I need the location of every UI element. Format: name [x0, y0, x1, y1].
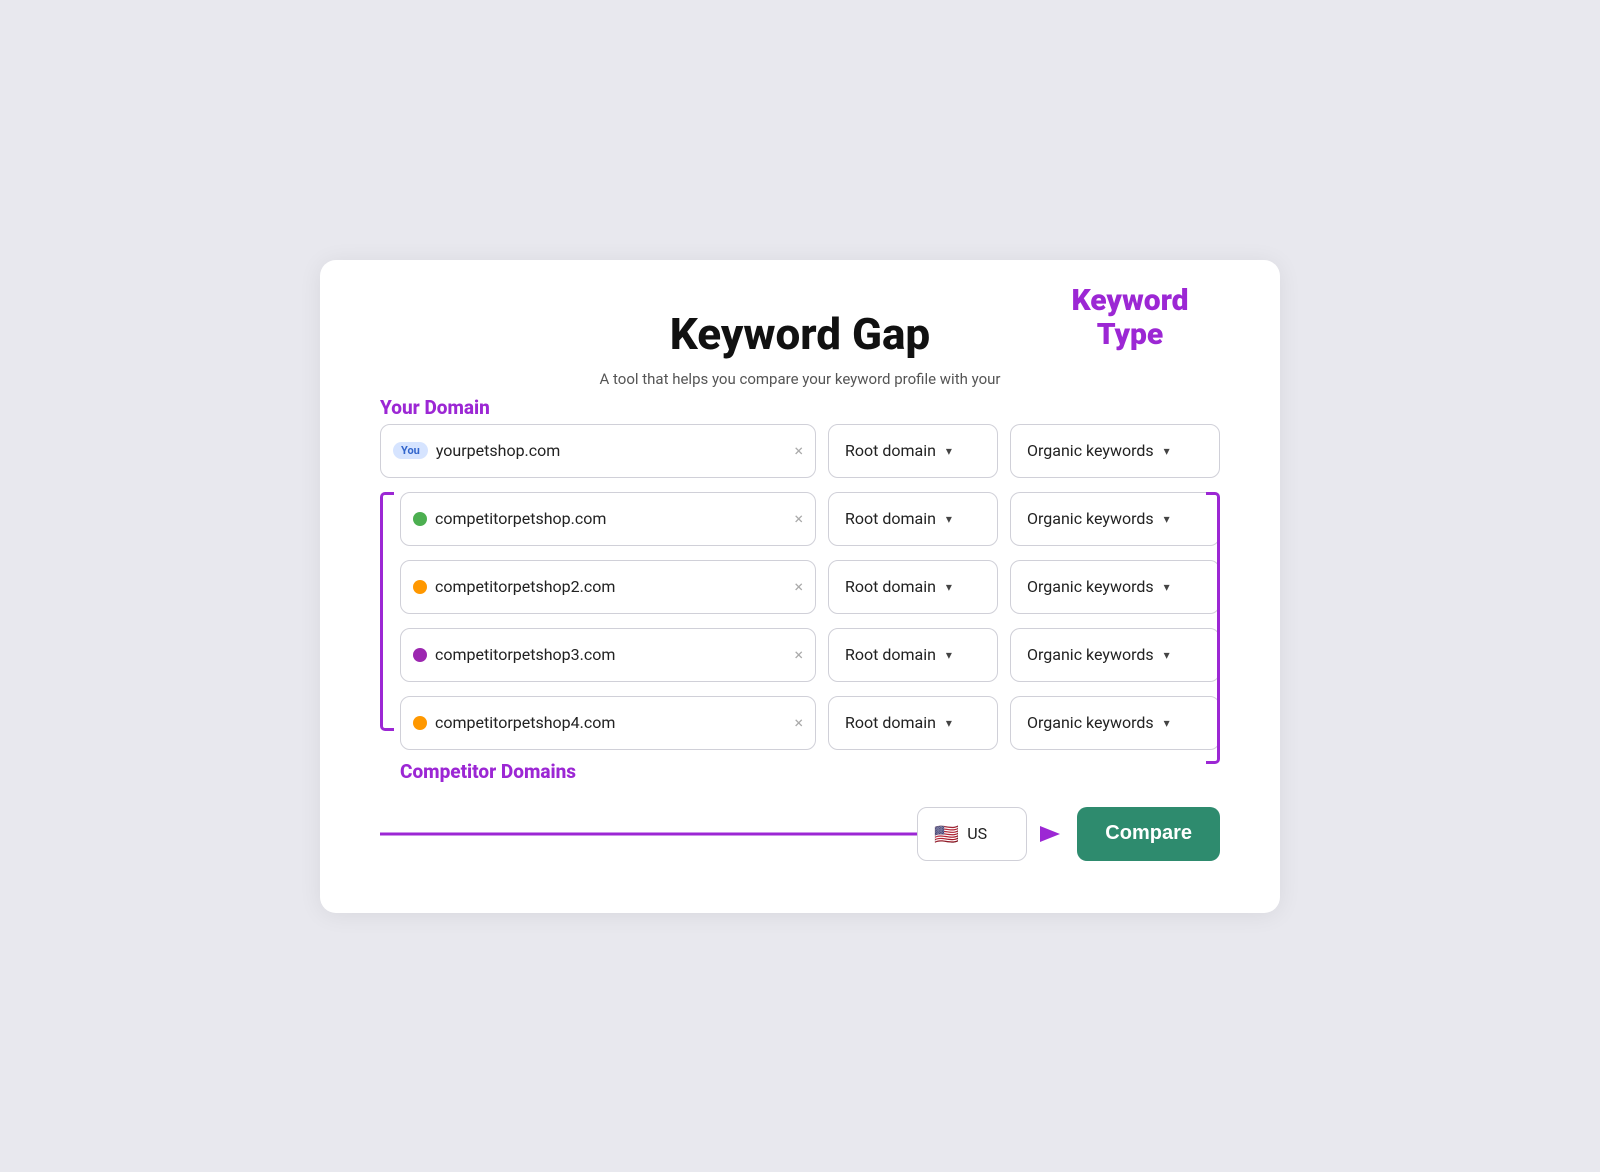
- competitor-domain-2: competitorpetshop2.com: [435, 577, 782, 596]
- competitor-domain-1: competitorpetshop.com: [435, 509, 782, 528]
- compare-button[interactable]: Compare: [1077, 807, 1220, 861]
- your-domain-input[interactable]: You yourpetshop.com ×: [380, 424, 816, 478]
- chevron-down-icon-your: ▾: [1164, 444, 1203, 458]
- page-subtitle: A tool that helps you compare your keywo…: [380, 370, 1220, 388]
- country-select[interactable]: 🇺🇸 US: [917, 807, 1027, 861]
- close-icon-your-domain[interactable]: ×: [794, 441, 803, 460]
- competitor-row-2: competitorpetshop2.com × Root domain ▾ O…: [400, 560, 1220, 614]
- competitor-scope-select-2[interactable]: Root domain ▾: [828, 560, 998, 614]
- competitor-input-2[interactable]: competitorpetshop2.com ×: [400, 560, 816, 614]
- arrow-right-icon: [1027, 807, 1077, 861]
- close-icon-2[interactable]: ×: [794, 577, 803, 596]
- chevron-down-icon-2: ▾: [946, 580, 981, 594]
- your-domain-keyword-type-select[interactable]: Organic keywords ▾: [1010, 424, 1220, 478]
- competitor-row-3: competitorpetshop3.com × Root domain ▾ O…: [400, 628, 1220, 682]
- competitor-keyword-type-select-4[interactable]: Organic keywords ▾: [1010, 696, 1220, 750]
- keyword-type-bracket: [1206, 492, 1220, 764]
- competitor-row-1: competitorpetshop.com × Root domain ▾ Or…: [400, 492, 1220, 546]
- chevron-down-icon-3: ▾: [946, 648, 981, 662]
- competitor-section: competitorpetshop.com × Root domain ▾ Or…: [380, 492, 1220, 783]
- competitor-domain-3: competitorpetshop3.com: [435, 645, 782, 664]
- your-domain-row: You yourpetshop.com × Root domain ▾ Orga…: [380, 424, 1220, 478]
- country-code: US: [967, 824, 987, 843]
- dot-indicator-4: [413, 716, 427, 730]
- close-icon-4[interactable]: ×: [794, 713, 803, 732]
- competitor-input-4[interactable]: competitorpetshop4.com ×: [400, 696, 816, 750]
- competitor-input-3[interactable]: competitorpetshop3.com ×: [400, 628, 816, 682]
- competitor-bracket: [380, 492, 394, 731]
- chevron-down-icon-1: ▾: [946, 512, 981, 526]
- chevron-down-icon-kw-2: ▾: [1164, 580, 1203, 594]
- competitors-container: competitorpetshop.com × Root domain ▾ Or…: [400, 492, 1220, 750]
- chevron-down-icon: ▾: [946, 444, 981, 458]
- close-icon-1[interactable]: ×: [794, 509, 803, 528]
- your-domain-scope-select[interactable]: Root domain ▾: [828, 424, 998, 478]
- arrow-line: [380, 832, 930, 835]
- competitor-keyword-type-select-1[interactable]: Organic keywords ▾: [1010, 492, 1220, 546]
- chevron-down-icon-kw-4: ▾: [1164, 716, 1203, 730]
- competitor-scope-select-1[interactable]: Root domain ▾: [828, 492, 998, 546]
- your-domain-label: Your Domain: [380, 396, 490, 419]
- dot-indicator-3: [413, 648, 427, 662]
- keyword-type-annotation: KeywordType: [1030, 284, 1230, 353]
- competitor-input-1[interactable]: competitorpetshop.com ×: [400, 492, 816, 546]
- your-domain-text: yourpetshop.com: [436, 441, 783, 460]
- competitor-scope-select-3[interactable]: Root domain ▾: [828, 628, 998, 682]
- main-card: Keyword Gap A tool that helps you compar…: [320, 260, 1280, 913]
- competitor-keyword-type-select-3[interactable]: Organic keywords ▾: [1010, 628, 1220, 682]
- close-icon-3[interactable]: ×: [794, 645, 803, 664]
- chevron-down-icon-4: ▾: [946, 716, 981, 730]
- us-flag-icon: 🇺🇸: [934, 822, 959, 846]
- competitor-keyword-type-select-2[interactable]: Organic keywords ▾: [1010, 560, 1220, 614]
- chevron-down-icon-kw-3: ▾: [1164, 648, 1203, 662]
- dot-indicator-1: [413, 512, 427, 526]
- chevron-down-icon-kw-1: ▾: [1164, 512, 1203, 526]
- you-badge: You: [393, 442, 428, 459]
- dot-indicator-2: [413, 580, 427, 594]
- competitor-domains-label: Competitor Domains: [400, 760, 1220, 783]
- competitor-row-4: competitorpetshop4.com × Root domain ▾ O…: [400, 696, 1220, 750]
- bottom-row: 🇺🇸 US Compare: [380, 807, 1220, 861]
- competitor-domain-4: competitorpetshop4.com: [435, 713, 782, 732]
- competitor-scope-select-4[interactable]: Root domain ▾: [828, 696, 998, 750]
